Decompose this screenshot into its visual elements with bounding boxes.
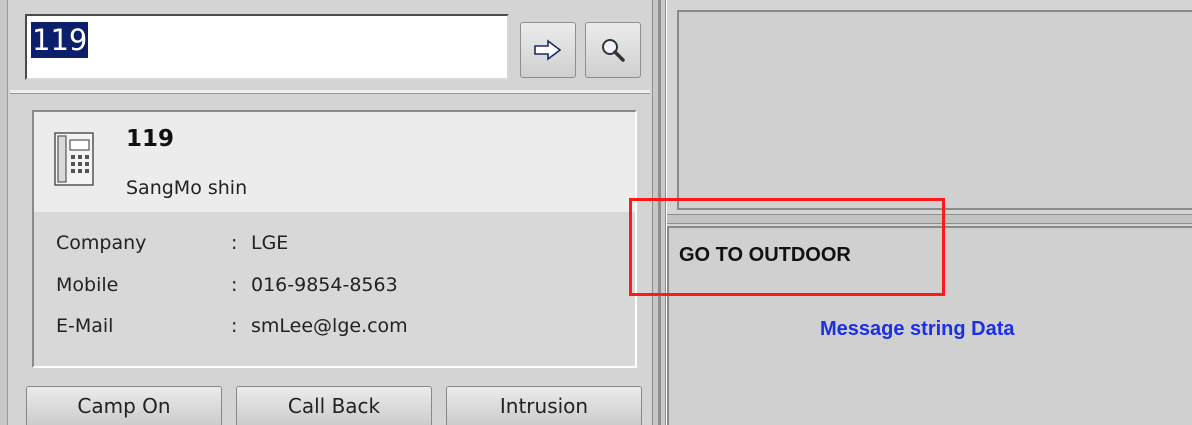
desk-phone-icon bbox=[54, 132, 94, 186]
dial-number-input[interactable]: 119 bbox=[25, 14, 509, 80]
dial-input-selected-text: 119 bbox=[31, 22, 89, 58]
contact-name: SangMo shin bbox=[126, 177, 248, 199]
mobile-colon: : bbox=[231, 274, 238, 296]
email-label: E-Mail bbox=[56, 315, 114, 337]
annotation-highlight-box bbox=[629, 198, 945, 296]
camp-on-button[interactable]: Camp On bbox=[26, 386, 222, 425]
arrow-right-icon bbox=[534, 39, 562, 61]
annotation-label: Message string Data bbox=[820, 318, 1015, 340]
contact-card-header: 119 SangMo shin bbox=[34, 112, 635, 212]
mobile-label: Mobile bbox=[56, 274, 119, 296]
email-value: smLee@lge.com bbox=[251, 315, 408, 337]
dial-send-button[interactable] bbox=[520, 22, 576, 78]
intrusion-button[interactable]: Intrusion bbox=[446, 386, 642, 425]
contact-card: 119 SangMo shin Company : LGE Mobile : 0… bbox=[32, 110, 637, 368]
company-colon: : bbox=[231, 232, 238, 254]
company-label: Company bbox=[56, 232, 147, 254]
mobile-value: 016-9854-8563 bbox=[251, 274, 398, 296]
call-back-button[interactable]: Call Back bbox=[236, 386, 432, 425]
company-value: LGE bbox=[251, 232, 289, 254]
upper-display-panel bbox=[677, 10, 1192, 210]
magnifier-icon bbox=[602, 39, 625, 62]
pane-edge bbox=[0, 0, 8, 425]
directory-search-button[interactable] bbox=[585, 22, 641, 78]
toolbar-divider bbox=[10, 90, 650, 94]
email-colon: : bbox=[231, 315, 238, 337]
contact-number: 119 bbox=[126, 126, 175, 152]
contact-pane: 119 119 SangMo shin Company: LGE Mobile… bbox=[0, 0, 652, 425]
